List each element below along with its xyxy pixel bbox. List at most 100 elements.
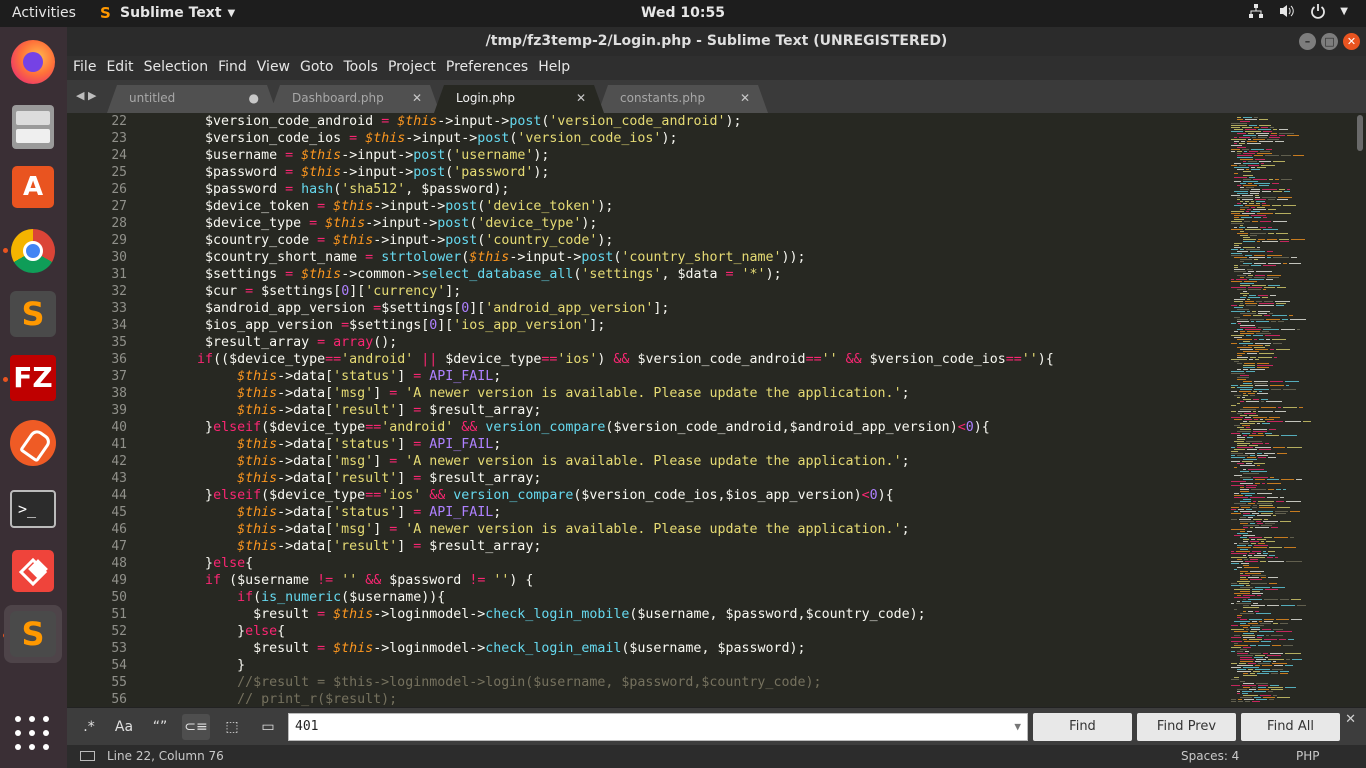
highlight-matches-toggle[interactable]: ▭ [254, 714, 282, 740]
code-line[interactable]: $this->data['msg'] = 'A newer version is… [141, 521, 1221, 538]
minimize-button[interactable]: – [1299, 33, 1316, 50]
minimap-stroke [1273, 629, 1283, 630]
code-line[interactable]: $this->data['result'] = $result_array; [141, 470, 1221, 487]
code-line[interactable]: $ios_app_version =$settings[0]['ios_app_… [141, 317, 1221, 334]
code-line[interactable]: }else{ [141, 555, 1221, 572]
menu-preferences[interactable]: Preferences [446, 56, 534, 80]
window-title-bar[interactable]: /tmp/fz3temp-2/Login.php - Sublime Text … [67, 27, 1366, 56]
clock[interactable]: Wed 10:55 [641, 5, 725, 21]
minimap-stroke [1248, 545, 1252, 546]
code-editor[interactable]: 22 23 24 25 26 27 28 29 30 31 32 33 34 35 36 37 38 39 40 41… [67, 113, 1366, 707]
code-line[interactable]: if(($device_type=='android' || $device_t… [141, 351, 1221, 368]
menu-file[interactable]: File [73, 56, 102, 80]
code-line[interactable]: $username = $this->input->post('username… [141, 147, 1221, 164]
in-selection-toggle[interactable]: ⬚ [218, 714, 246, 740]
find-all-button[interactable]: Find All [1241, 713, 1340, 741]
code-line[interactable]: $this->data['msg'] = 'A newer version is… [141, 453, 1221, 470]
code-line[interactable]: // print_r($result); [141, 691, 1221, 707]
minimap-stroke [1237, 691, 1240, 692]
code-line[interactable]: $version_code_ios = $this->input->post('… [141, 130, 1221, 147]
code-line[interactable]: $result_array = array(); [141, 334, 1221, 351]
code-line[interactable]: $country_short_name = strtolower($this->… [141, 249, 1221, 266]
code-line[interactable]: $android_app_version =$settings[0]['andr… [141, 300, 1221, 317]
menu-edit[interactable]: Edit [106, 56, 139, 80]
code-line[interactable]: $password = hash('sha512', $password); [141, 181, 1221, 198]
close-tab-icon[interactable]: ✕ [412, 85, 422, 112]
code-line[interactable]: if ($username != '' && $password != '') … [141, 572, 1221, 589]
code-line[interactable]: $device_token = $this->input->post('devi… [141, 198, 1221, 215]
tab-login[interactable]: Login.php ✕ [434, 85, 604, 113]
menu-view[interactable]: View [257, 56, 296, 80]
case-sensitive-toggle[interactable]: Aa [110, 714, 138, 740]
minimap-stroke [1258, 295, 1268, 296]
code-line[interactable]: $this->data['status'] = API_FAIL; [141, 436, 1221, 453]
menu-goto[interactable]: Goto [300, 56, 339, 80]
code-line[interactable]: //$result = $this->loginmodel->login($us… [141, 674, 1221, 691]
code-line[interactable]: }else{ [141, 623, 1221, 640]
dock-sublime[interactable]: S [4, 285, 62, 343]
regex-toggle[interactable]: .* [75, 714, 103, 740]
code-line[interactable]: $device_type = $this->input->post('devic… [141, 215, 1221, 232]
code-line[interactable]: $country_code = $this->input->post('coun… [141, 232, 1221, 249]
code-line[interactable]: $version_code_android = $this->input->po… [141, 113, 1221, 130]
minimap-stroke [1246, 485, 1257, 486]
tab-scroll-arrows-icon[interactable]: ◀ ▶ [76, 89, 96, 102]
code-line[interactable]: $this->data['msg'] = 'A newer version is… [141, 385, 1221, 402]
menu-help[interactable]: Help [538, 56, 576, 80]
code-line[interactable]: $this->data['result'] = $result_array; [141, 538, 1221, 555]
whole-word-toggle[interactable]: “” [146, 714, 174, 740]
code-line[interactable]: }elseif($device_type=='ios' && version_c… [141, 487, 1221, 504]
indentation-setting[interactable]: Spaces: 4 [1181, 745, 1239, 768]
close-window-button[interactable]: ✕ [1343, 33, 1360, 50]
tab-dashboard[interactable]: Dashboard.php ✕ [270, 85, 440, 113]
code-area[interactable]: $version_code_android = $this->input->po… [141, 113, 1221, 707]
dock-files[interactable] [4, 98, 62, 156]
code-line[interactable]: $result = $this->loginmodel->check_login… [141, 606, 1221, 623]
code-line[interactable]: } [141, 657, 1221, 674]
dock-terminal[interactable]: >_ [4, 480, 62, 538]
find-button[interactable]: Find [1033, 713, 1132, 741]
minimap-stroke [1231, 651, 1235, 652]
code-line[interactable]: $this->data['status'] = API_FAIL; [141, 368, 1221, 385]
menu-selection[interactable]: Selection [144, 56, 215, 80]
code-line[interactable]: if(is_numeric($username)){ [141, 589, 1221, 606]
code-line[interactable]: $cur = $settings[0]['currency']; [141, 283, 1221, 300]
dock-chrome[interactable] [4, 222, 62, 280]
syntax-selector[interactable]: PHP [1296, 745, 1320, 768]
code-line[interactable]: $settings = $this->common->select_databa… [141, 266, 1221, 283]
code-line[interactable]: $password = $this->input->post('password… [141, 164, 1221, 181]
minimap-stroke [1231, 507, 1239, 508]
menu-project[interactable]: Project [388, 56, 442, 80]
code-line[interactable]: }elseif($device_type=='android' && versi… [141, 419, 1221, 436]
minimap[interactable] [1225, 113, 1355, 707]
close-tab-icon[interactable]: ✕ [576, 85, 586, 112]
close-find-panel-icon[interactable]: ✕ [1345, 712, 1356, 727]
dock-anydesk[interactable] [4, 542, 62, 600]
dock-software[interactable]: A [4, 158, 62, 216]
history-dropdown-icon[interactable]: ▼ [1014, 714, 1021, 740]
dock-filezilla[interactable]: FZ [4, 349, 62, 407]
code-line[interactable]: $result = $this->loginmodel->check_login… [141, 640, 1221, 657]
show-applications-button[interactable] [4, 705, 62, 763]
maximize-button[interactable]: □ [1321, 33, 1338, 50]
dock-postman[interactable] [4, 414, 62, 472]
code-line[interactable]: $this->data['status'] = API_FAIL; [141, 504, 1221, 521]
panel-toggle-icon[interactable] [80, 751, 95, 761]
tab-constants[interactable]: constants.php ✕ [598, 85, 768, 113]
activities-button[interactable]: Activities [12, 5, 76, 21]
unsaved-dot-icon[interactable]: ● [249, 85, 259, 112]
dock-sublime-active[interactable]: S [4, 605, 62, 663]
find-prev-button[interactable]: Find Prev [1137, 713, 1236, 741]
vertical-scrollbar[interactable] [1357, 115, 1363, 151]
find-input[interactable]: 401 ▼ [288, 713, 1028, 741]
menu-find[interactable]: Find [218, 56, 253, 80]
app-menu[interactable]: S Sublime Text ▼ [100, 5, 235, 21]
menu-tools[interactable]: Tools [343, 56, 384, 80]
system-tray[interactable]: ▼ [1248, 3, 1348, 19]
wrap-toggle[interactable]: ⊂≡ [182, 714, 210, 740]
tab-untitled[interactable]: untitled ● [107, 85, 277, 113]
close-tab-icon[interactable]: ✕ [740, 85, 750, 112]
dock-firefox[interactable] [4, 33, 62, 91]
code-line[interactable]: $this->data['result'] = $result_array; [141, 402, 1221, 419]
minimap-stroke [1240, 477, 1251, 478]
